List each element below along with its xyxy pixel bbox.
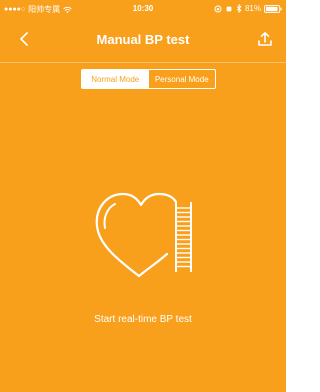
page-title: Manual BP test (96, 32, 190, 47)
battery-icon (264, 4, 282, 13)
orientation-lock-icon (214, 4, 222, 13)
alarm-icon (226, 6, 232, 11)
share-upload-icon[interactable] (256, 30, 274, 48)
start-test-label[interactable]: Start real-time BP test (0, 314, 286, 325)
mode-switch: Normal Mode Personal Mode (81, 69, 216, 89)
status-right: 81% (214, 4, 282, 13)
heart-ladder-icon[interactable] (93, 188, 197, 283)
bluetooth-icon (236, 4, 242, 13)
battery-percent: 81% (244, 4, 261, 13)
status-bar: ●●●●○ 阳帅专属 10:30 81% (0, 0, 286, 18)
nav-divider (0, 62, 286, 63)
tab-normal-mode[interactable]: Normal Mode (82, 70, 149, 88)
tab-personal-mode[interactable]: Personal Mode (149, 70, 216, 88)
navigation-bar: Manual BP test (0, 18, 286, 62)
manual-bp-test-screen: ●●●●○ 阳帅专属 10:30 81% Manual BP test Norm… (0, 0, 286, 392)
